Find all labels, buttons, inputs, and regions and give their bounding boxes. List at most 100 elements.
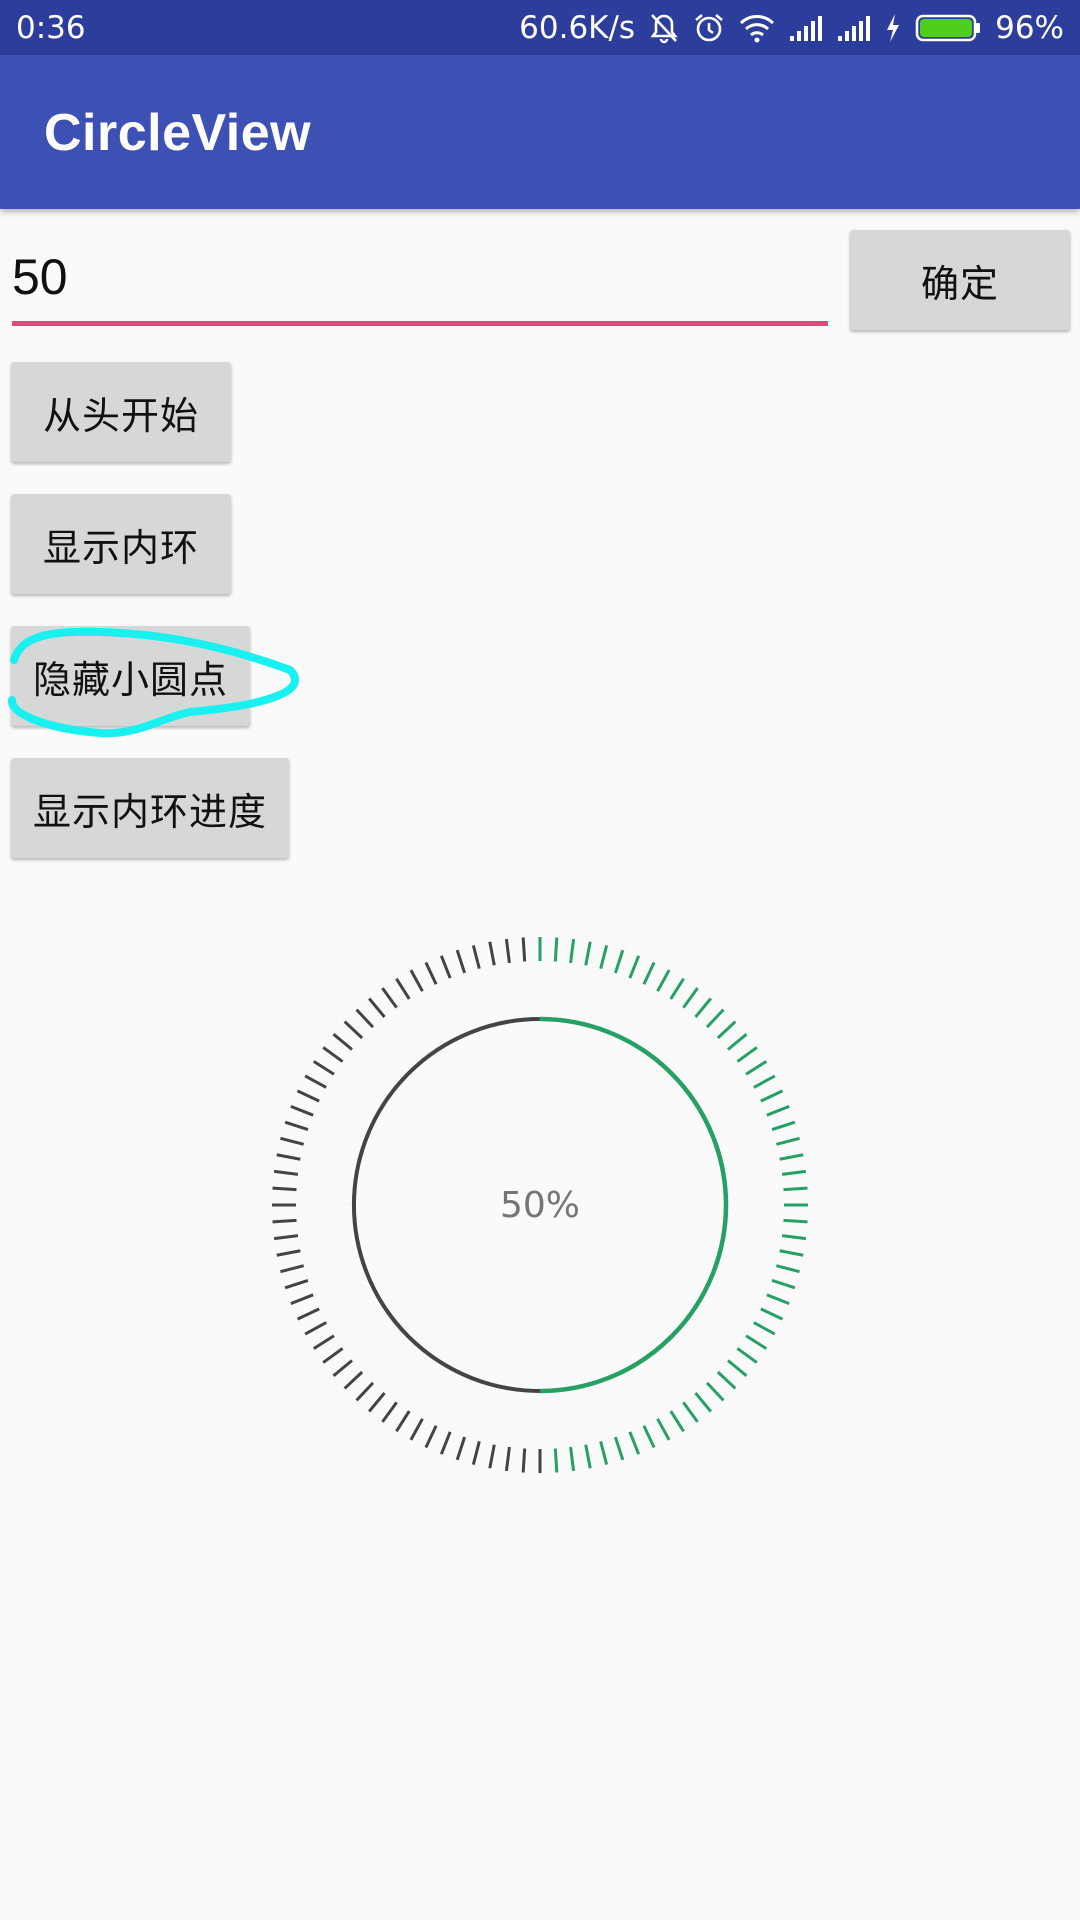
show-inner-ring-button[interactable]: 显示内环 bbox=[11, 494, 231, 594]
mute-icon bbox=[649, 12, 679, 44]
charging-icon bbox=[885, 13, 901, 43]
tick-mark bbox=[656, 969, 671, 992]
tick-mark bbox=[272, 1186, 297, 1192]
highlight-annotation bbox=[8, 627, 300, 738]
tick-mark bbox=[781, 1169, 807, 1176]
tick-mark bbox=[296, 1307, 320, 1321]
progress-arc bbox=[539, 1016, 729, 1394]
network-speed: 60.6K/s bbox=[519, 10, 636, 46]
tick-mark bbox=[753, 1074, 776, 1089]
tick-mark bbox=[312, 1334, 335, 1350]
tick-mark bbox=[584, 1444, 592, 1469]
tick-mark bbox=[682, 1401, 699, 1423]
tick-mark bbox=[276, 1249, 301, 1257]
signal-icon bbox=[837, 14, 871, 42]
tick-mark bbox=[280, 1264, 305, 1274]
tick-mark bbox=[753, 1321, 776, 1336]
tick-mark bbox=[368, 1392, 386, 1413]
status-bar: 0:36 60.6K/s 96% bbox=[0, 0, 1080, 55]
tick-mark bbox=[779, 1249, 804, 1257]
tick-mark bbox=[504, 1446, 511, 1472]
tick-mark bbox=[409, 1418, 424, 1441]
tick-mark bbox=[745, 1334, 768, 1350]
progress-label: 50% bbox=[500, 1185, 580, 1226]
tick-mark bbox=[455, 1436, 467, 1461]
wifi-icon bbox=[739, 13, 775, 43]
tick-mark bbox=[783, 1186, 808, 1192]
restart-button[interactable]: 从头开始 bbox=[11, 362, 231, 462]
tick-mark bbox=[779, 1153, 804, 1161]
tick-mark bbox=[284, 1278, 309, 1290]
tick-mark bbox=[273, 1234, 299, 1241]
tick-mark bbox=[613, 949, 625, 974]
tick-mark bbox=[775, 1136, 800, 1146]
alarm-icon bbox=[693, 12, 725, 44]
tick-mark bbox=[682, 987, 699, 1009]
tick-mark bbox=[716, 1370, 737, 1390]
tick-mark bbox=[409, 969, 424, 992]
tick-mark bbox=[783, 1218, 808, 1224]
battery-icon bbox=[915, 13, 981, 43]
tick-mark bbox=[766, 1293, 790, 1306]
tick-mark bbox=[656, 1418, 671, 1441]
progress-input[interactable] bbox=[12, 240, 828, 326]
tick-mark bbox=[284, 1120, 309, 1132]
tick-mark bbox=[669, 1410, 685, 1433]
tick-mark bbox=[628, 955, 641, 979]
tick-mark bbox=[312, 1060, 335, 1076]
tick-mark bbox=[322, 1046, 344, 1063]
tick-mark bbox=[488, 1444, 496, 1469]
tick-mark bbox=[395, 1410, 411, 1433]
tick-mark bbox=[304, 1321, 327, 1336]
app-title: CircleView bbox=[44, 104, 312, 162]
tick-mark bbox=[521, 1448, 527, 1473]
tick-marks bbox=[272, 937, 808, 1473]
tick-mark bbox=[705, 1381, 725, 1402]
tick-mark bbox=[488, 941, 496, 966]
tick-mark bbox=[471, 945, 481, 970]
tick-mark bbox=[471, 1440, 481, 1465]
tick-mark bbox=[304, 1074, 327, 1089]
tick-mark bbox=[439, 1431, 452, 1455]
tick-mark bbox=[276, 1153, 301, 1161]
tick-mark bbox=[504, 938, 511, 964]
tick-mark bbox=[599, 1440, 609, 1465]
tick-mark bbox=[669, 977, 685, 1000]
tick-mark bbox=[736, 1347, 758, 1364]
tick-mark bbox=[760, 1307, 784, 1321]
tick-mark bbox=[628, 1431, 641, 1455]
tick-mark bbox=[771, 1120, 796, 1132]
tick-mark bbox=[599, 945, 609, 970]
tick-mark bbox=[781, 1234, 807, 1241]
tick-mark bbox=[775, 1264, 800, 1274]
tick-mark bbox=[273, 1169, 299, 1176]
tick-mark bbox=[694, 997, 712, 1018]
tick-mark bbox=[332, 1033, 353, 1051]
tick-mark bbox=[381, 1401, 398, 1423]
tick-mark bbox=[745, 1060, 768, 1076]
tick-mark bbox=[355, 1008, 375, 1029]
tick-mark bbox=[355, 1381, 375, 1402]
tick-mark bbox=[322, 1347, 344, 1364]
tick-mark bbox=[424, 961, 438, 985]
confirm-button[interactable]: 确定 bbox=[850, 230, 1070, 330]
show-inner-ring-progress-button[interactable]: 显示内环进度 bbox=[11, 758, 289, 858]
tick-mark bbox=[381, 987, 398, 1009]
tick-mark bbox=[727, 1359, 748, 1377]
tick-mark bbox=[613, 1436, 625, 1461]
tick-mark bbox=[569, 1446, 576, 1472]
tick-mark bbox=[642, 1425, 656, 1449]
tick-mark bbox=[771, 1278, 796, 1290]
tick-mark bbox=[280, 1136, 305, 1146]
tick-mark bbox=[343, 1370, 364, 1390]
tick-mark bbox=[694, 1392, 712, 1413]
tick-mark bbox=[705, 1008, 725, 1029]
tick-mark bbox=[766, 1104, 790, 1117]
tick-mark bbox=[296, 1089, 320, 1103]
status-icons: 60.6K/s 96% bbox=[519, 9, 1064, 47]
tick-mark bbox=[290, 1104, 314, 1117]
battery-percent: 96% bbox=[995, 10, 1064, 46]
tick-mark bbox=[584, 941, 592, 966]
tick-mark bbox=[395, 977, 411, 1000]
tick-mark bbox=[455, 949, 467, 974]
